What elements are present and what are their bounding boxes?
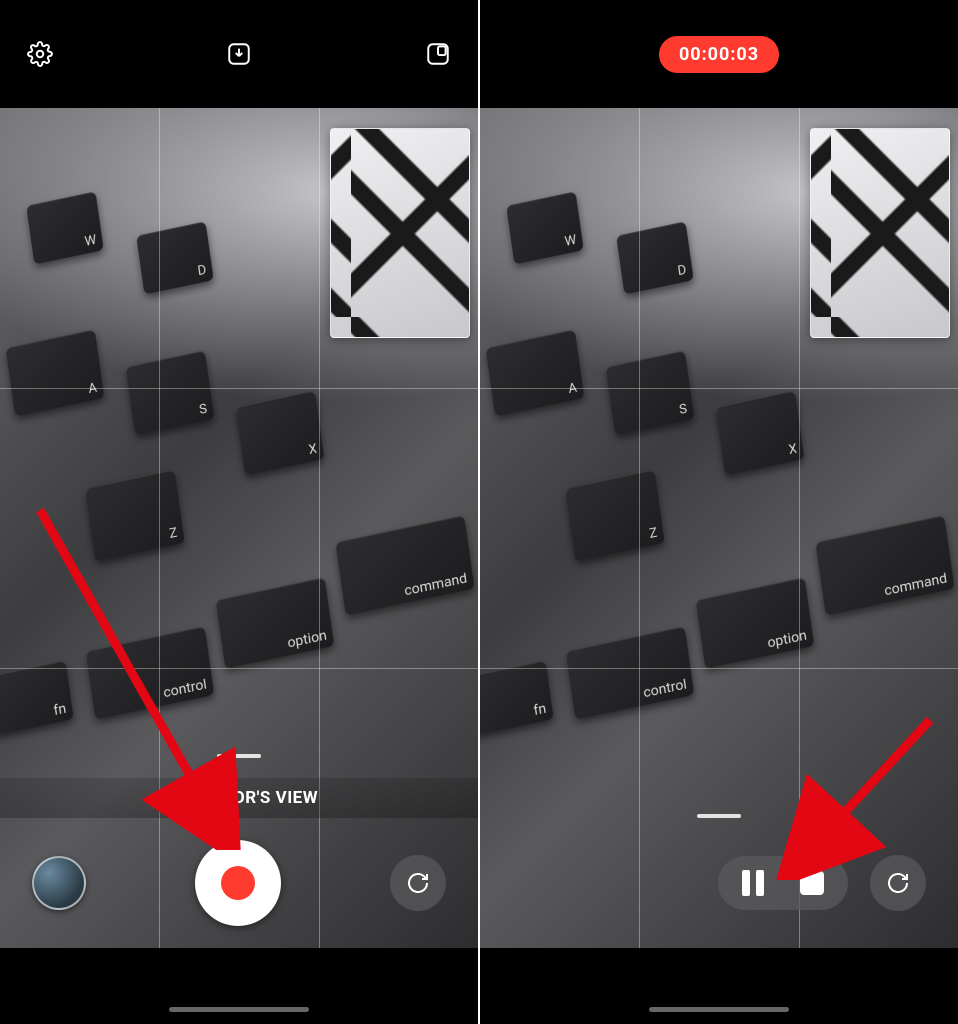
- pip-front-camera-preview[interactable]: [330, 128, 470, 338]
- mode-selector[interactable]: ‹ DIRECTOR'S VIEW: [0, 778, 478, 818]
- save-down-icon: [226, 41, 252, 67]
- gear-icon: [27, 41, 53, 67]
- gallery-thumbnail[interactable]: [32, 856, 86, 910]
- record-icon: [221, 866, 255, 900]
- cycle-icon: [406, 871, 430, 895]
- recording-timer: 00:00:03: [659, 36, 779, 73]
- capture-controls: [480, 818, 958, 948]
- cycle-icon: [886, 871, 910, 895]
- pip-front-camera-preview[interactable]: [810, 128, 950, 338]
- bottom-black-bar: [480, 948, 958, 1024]
- pause-icon: [742, 870, 750, 896]
- top-toolbar: 00:00:03: [480, 0, 958, 108]
- switch-camera-button[interactable]: [870, 855, 926, 911]
- capture-controls: [0, 818, 478, 948]
- chevron-left-icon: ‹: [160, 786, 167, 810]
- camera-screen-recording: 00:00:03 W D A S X Z fn control option c…: [480, 0, 958, 1024]
- pause-button[interactable]: [742, 870, 764, 896]
- pip-layout-button[interactable]: [422, 38, 454, 70]
- mode-label: DIRECTOR'S VIEW: [172, 788, 318, 808]
- camera-screen-idle: W D A S X Z fn control option command ‹ …: [0, 0, 478, 1024]
- recording-controls-pill: [718, 856, 848, 910]
- bottom-black-bar: [0, 948, 478, 1024]
- record-button[interactable]: [195, 840, 281, 926]
- stop-button[interactable]: [800, 871, 824, 895]
- switch-camera-button[interactable]: [390, 855, 446, 911]
- home-indicator: [649, 1007, 789, 1012]
- settings-button[interactable]: [24, 38, 56, 70]
- pip-layout-icon: [425, 41, 451, 67]
- top-toolbar: [0, 0, 478, 108]
- pause-icon: [756, 870, 764, 896]
- save-button[interactable]: [223, 38, 255, 70]
- drawer-handle[interactable]: [217, 754, 261, 758]
- home-indicator: [169, 1007, 309, 1012]
